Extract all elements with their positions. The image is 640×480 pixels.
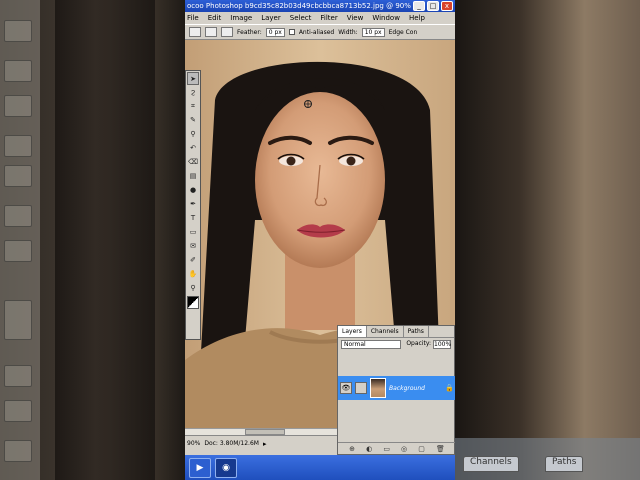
menu-bar: File Edit Image Layer Select Filter View…	[185, 12, 455, 24]
ghost-tab-paths: Paths	[545, 456, 584, 472]
marquee-icon[interactable]	[189, 27, 201, 37]
ghost-tool	[4, 300, 32, 340]
media-player-icon[interactable]: ▶	[189, 457, 211, 478]
width-input[interactable]: 10 px	[361, 27, 385, 37]
link-icon[interactable]	[355, 382, 367, 394]
layers-panel: Layers Channels Paths Normal Opacity: 10…	[337, 325, 455, 455]
ghost-tool	[4, 205, 32, 227]
panel-tabs: Layers Channels Paths	[338, 326, 454, 338]
opacity-control: Opacity: 100%	[406, 340, 451, 349]
tab-channels[interactable]: Channels	[367, 326, 404, 337]
hand-icon[interactable]: ✋	[187, 268, 199, 281]
feather-input[interactable]: 0 px	[265, 27, 285, 37]
new-selection-icon[interactable]	[205, 27, 217, 37]
opacity-label: Opacity:	[406, 340, 431, 347]
history-brush-icon[interactable]: ↶	[187, 142, 199, 155]
menu-select[interactable]: Select	[290, 12, 312, 24]
add-selection-icon[interactable]	[221, 27, 233, 37]
toolbox: ➤ ϩ ⌗ ✎ ⚲ ↶ ⌫ ▤ ● ✒ T ▭ ✉ ✐ ✋ ⚲	[185, 70, 201, 340]
crop-icon[interactable]: ⌗	[187, 100, 199, 113]
brush-icon[interactable]: ✎	[187, 114, 199, 127]
ghost-panel-strip: Channels Paths	[455, 438, 640, 480]
menu-filter[interactable]: Filter	[320, 12, 337, 24]
photoshop-task-icon[interactable]: ◉	[215, 457, 237, 478]
pen-icon[interactable]: ✒	[187, 198, 199, 211]
ghost-tool	[4, 60, 32, 82]
shape-icon[interactable]: ▭	[187, 226, 199, 239]
window-title: ocoo Photoshop b9cd35c82b03d49cbcbbca871…	[187, 2, 411, 10]
color-swatch-icon[interactable]	[187, 296, 199, 309]
layer-name: Background	[389, 384, 425, 392]
menu-layer[interactable]: Layer	[261, 12, 281, 24]
move-icon[interactable]: ➤	[187, 72, 199, 85]
menu-window[interactable]: Window	[372, 12, 400, 24]
link-layers-icon[interactable]: ⊕	[349, 445, 355, 453]
eyedropper-icon[interactable]: ✐	[187, 254, 199, 267]
menu-image[interactable]: Image	[230, 12, 252, 24]
doc-size: Doc: 3.80M/12.6M	[204, 440, 259, 447]
trash-icon[interactable]: 🗑	[436, 445, 445, 453]
opacity-input[interactable]: 100%	[433, 340, 451, 349]
new-layer-icon[interactable]: ▢	[418, 445, 425, 453]
feather-label: Feather:	[237, 28, 262, 36]
zoom-readout[interactable]: 90%	[187, 440, 200, 447]
close-button[interactable]: x	[441, 1, 453, 11]
tab-layers[interactable]: Layers	[338, 326, 367, 337]
mask-icon[interactable]: ▭	[383, 445, 390, 453]
ghost-tool	[4, 20, 32, 42]
ghost-toolbox	[0, 0, 40, 480]
menu-help[interactable]: Help	[409, 12, 425, 24]
layer-options: Normal Opacity: 100%	[338, 338, 454, 351]
stamp-icon[interactable]: ⚲	[187, 128, 199, 141]
fx-icon[interactable]: ◎	[401, 445, 407, 453]
type-icon[interactable]: T	[187, 212, 199, 225]
edge-contrast-label: Edge Con	[388, 28, 418, 36]
layer-row-background[interactable]: 👁 Background 🔒	[338, 376, 455, 400]
status-bar: 90% Doc: 3.80M/12.6M ▸	[185, 435, 337, 451]
menu-file[interactable]: File	[187, 12, 199, 24]
menu-view[interactable]: View	[347, 12, 364, 24]
antialiased-checkbox[interactable]	[288, 29, 295, 35]
minimize-button[interactable]: _	[413, 1, 425, 11]
ghost-hair	[55, 0, 155, 480]
gradient-icon[interactable]: ▤	[187, 170, 199, 183]
options-bar: Feather: 0 px Anti-aliased Width: 10 px …	[185, 24, 455, 40]
lasso-icon[interactable]: ϩ	[187, 86, 199, 99]
zoom-icon[interactable]: ⚲	[187, 282, 199, 295]
antialiased-label: Anti-aliased	[298, 28, 335, 36]
ghost-tool	[4, 365, 32, 387]
ghost-tool	[4, 135, 32, 157]
eraser-icon[interactable]: ⌫	[187, 156, 199, 169]
width-label: Width:	[338, 28, 358, 36]
taskbar: ▶ ◉	[185, 455, 455, 480]
maximize-button[interactable]: □	[427, 1, 439, 11]
ghost-tool	[4, 240, 32, 262]
photoshop-window: ocoo Photoshop b9cd35c82b03d49cbcbbca871…	[185, 0, 455, 480]
title-bar: ocoo Photoshop b9cd35c82b03d49cbcbbca871…	[185, 0, 455, 12]
blend-mode-select[interactable]: Normal	[341, 340, 401, 349]
notes-icon[interactable]: ✉	[187, 240, 199, 253]
layer-footer: ⊕ ◐ ▭ ◎ ▢ 🗑	[338, 442, 455, 454]
ghost-tool	[4, 95, 32, 117]
menu-edit[interactable]: Edit	[208, 12, 222, 24]
ghost-tool	[4, 165, 32, 187]
ghost-tool	[4, 400, 32, 422]
ghost-tab-channels: Channels	[463, 456, 519, 472]
background-blur-right: Channels Paths	[455, 0, 640, 480]
horizontal-scrollbar[interactable]	[185, 428, 337, 435]
layer-thumbnail	[370, 378, 386, 398]
status-arrow-icon[interactable]: ▸	[263, 440, 267, 448]
tab-paths[interactable]: Paths	[404, 326, 429, 337]
adjustment-icon[interactable]: ◐	[366, 445, 372, 453]
window-controls: _ □ x	[413, 1, 453, 11]
ghost-tool	[4, 440, 32, 462]
dodge-icon[interactable]: ●	[187, 184, 199, 197]
eye-icon[interactable]: 👁	[340, 382, 352, 394]
lock-icon: 🔒	[445, 384, 454, 392]
background-blur-left	[0, 0, 185, 480]
